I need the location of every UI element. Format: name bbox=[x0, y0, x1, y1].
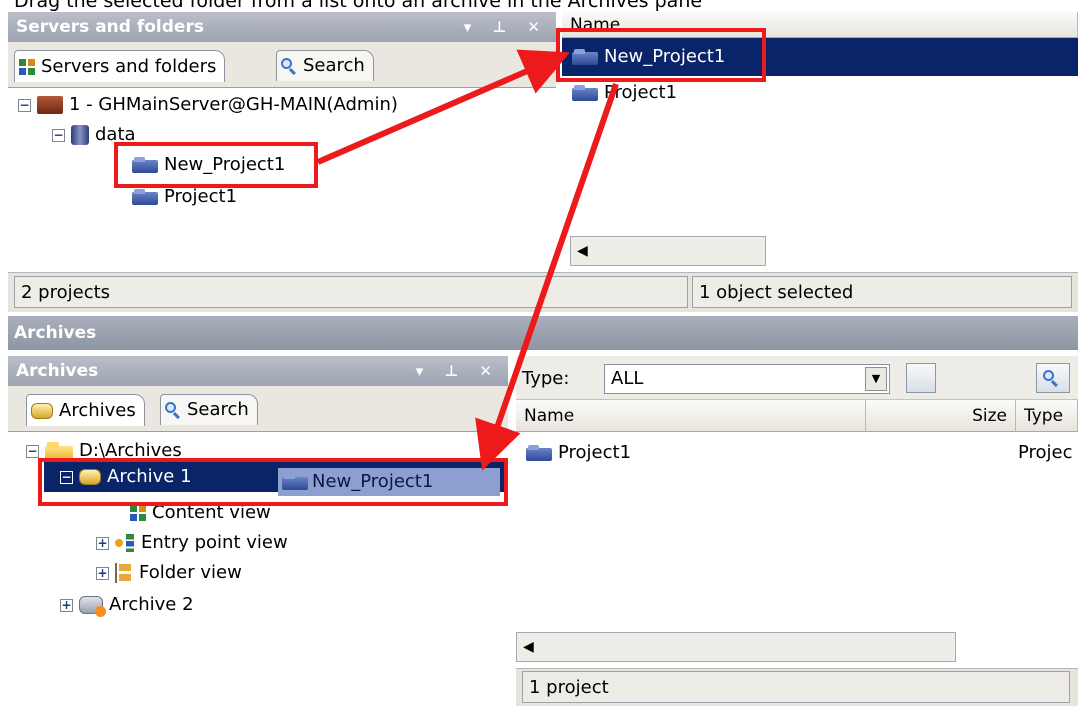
arrow-tree-to-list bbox=[316, 49, 571, 165]
drag-arrows bbox=[316, 49, 619, 471]
arrow-list-to-archive bbox=[475, 83, 619, 471]
